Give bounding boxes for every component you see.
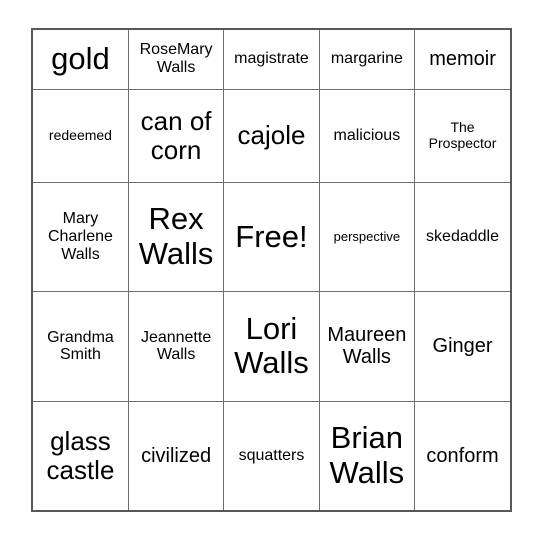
bingo-cell[interactable]: Brian Walls (318, 400, 416, 510)
bingo-cell[interactable]: skedaddle (414, 181, 510, 293)
bingo-cell[interactable]: margarine (318, 30, 416, 90)
bingo-row: Mary Charlene Walls Rex Walls Free! pers… (33, 181, 510, 293)
bingo-cell[interactable]: squatters (223, 400, 320, 510)
bingo-card: gold RoseMary Walls magistrate margarine… (31, 28, 512, 512)
bingo-cell[interactable]: magistrate (223, 30, 320, 90)
bingo-cell[interactable]: Grandma Smith (33, 291, 129, 402)
bingo-grid-body: gold RoseMary Walls magistrate margarine… (33, 30, 510, 510)
bingo-cell[interactable]: redeemed (33, 88, 129, 183)
bingo-cell[interactable]: RoseMary Walls (127, 30, 225, 90)
bingo-cell[interactable]: civilized (127, 400, 225, 510)
bingo-row: redeemed can of corn cajole malicious Th… (33, 88, 510, 183)
bingo-row: gold RoseMary Walls magistrate margarine… (33, 30, 510, 90)
bingo-cell[interactable]: malicious (318, 88, 416, 183)
bingo-cell-free[interactable]: Free! (223, 181, 320, 293)
bingo-cell[interactable]: Mary Charlene Walls (33, 181, 129, 293)
bingo-cell[interactable]: Rex Walls (127, 181, 225, 293)
bingo-row: glass castle civilized squatters Brian W… (33, 400, 510, 510)
bingo-row: Grandma Smith Jeannette Walls Lori Walls… (33, 291, 510, 402)
bingo-grid: gold RoseMary Walls magistrate margarine… (33, 30, 510, 510)
bingo-cell[interactable]: Jeannette Walls (127, 291, 225, 402)
bingo-cell[interactable]: glass castle (33, 400, 129, 510)
bingo-cell[interactable]: gold (33, 30, 129, 90)
bingo-cell[interactable]: conform (414, 400, 510, 510)
bingo-cell[interactable]: The Prospector (414, 88, 510, 183)
bingo-cell[interactable]: memoir (414, 30, 510, 90)
bingo-cell[interactable]: perspective (318, 181, 416, 293)
bingo-cell[interactable]: Lori Walls (223, 291, 320, 402)
bingo-cell[interactable]: Maureen Walls (318, 291, 416, 402)
bingo-cell[interactable]: can of corn (127, 88, 225, 183)
bingo-cell[interactable]: Ginger (414, 291, 510, 402)
bingo-cell[interactable]: cajole (223, 88, 320, 183)
